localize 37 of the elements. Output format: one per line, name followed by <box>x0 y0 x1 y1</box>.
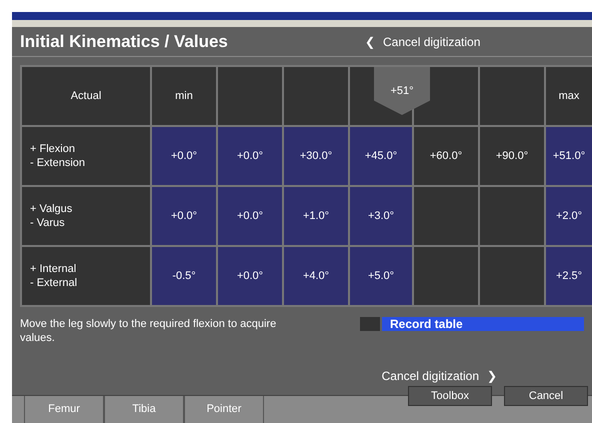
tab[interactable]: Pointer <box>184 396 264 423</box>
table-cell: +1.0° <box>284 187 348 245</box>
record-checkbox[interactable] <box>360 317 380 331</box>
row-label: + Internal - External <box>22 247 150 305</box>
table-cell: +0.0° <box>218 127 282 185</box>
table-cell: -0.5° <box>152 247 216 305</box>
table-cell: +0.0° <box>152 127 216 185</box>
table-cell: +0.0° <box>152 187 216 245</box>
table-cell: +5.0° <box>350 247 412 305</box>
table-cell: +51.0° <box>546 127 592 185</box>
table-cell: +90.0° <box>480 127 544 185</box>
column-header: min <box>152 67 216 125</box>
toolbar-button[interactable]: Toolbox <box>408 386 492 406</box>
table-cell: +0.0° <box>218 187 282 245</box>
row-label: + Flexion - Extension <box>22 127 150 185</box>
tab[interactable]: Femur <box>24 396 104 423</box>
toolbar-button[interactable]: Cancel <box>504 386 588 406</box>
column-header: max <box>546 67 592 125</box>
table-cell: +2.0° <box>546 187 592 245</box>
column-header <box>284 67 348 125</box>
record-table-label[interactable]: Record table <box>382 317 584 331</box>
table-cell: +45.0° <box>350 127 412 185</box>
table-cell: +30.0° <box>284 127 348 185</box>
corner-header: Actual <box>22 67 150 125</box>
table-cell: +2.5° <box>546 247 592 305</box>
tab[interactable]: Tibia <box>104 396 184 423</box>
table-cell: +60.0° <box>414 127 478 185</box>
table-cell: +0.0° <box>218 247 282 305</box>
cancel-link[interactable]: ❮ Cancel digitization <box>365 32 480 50</box>
instruction-text: Move the leg slowly to the required flexion to acquire values. <box>20 317 278 345</box>
page-title: Initial Kinematics / Values <box>20 30 229 53</box>
table-cell: +3.0° <box>350 187 412 245</box>
row-label: + Valgus - Varus <box>22 187 150 245</box>
table-cell: +4.0° <box>284 247 348 305</box>
cancel-digitization-link[interactable]: Cancel digitization ❯ <box>382 367 497 385</box>
column-header <box>480 67 544 125</box>
column-header <box>218 67 282 125</box>
